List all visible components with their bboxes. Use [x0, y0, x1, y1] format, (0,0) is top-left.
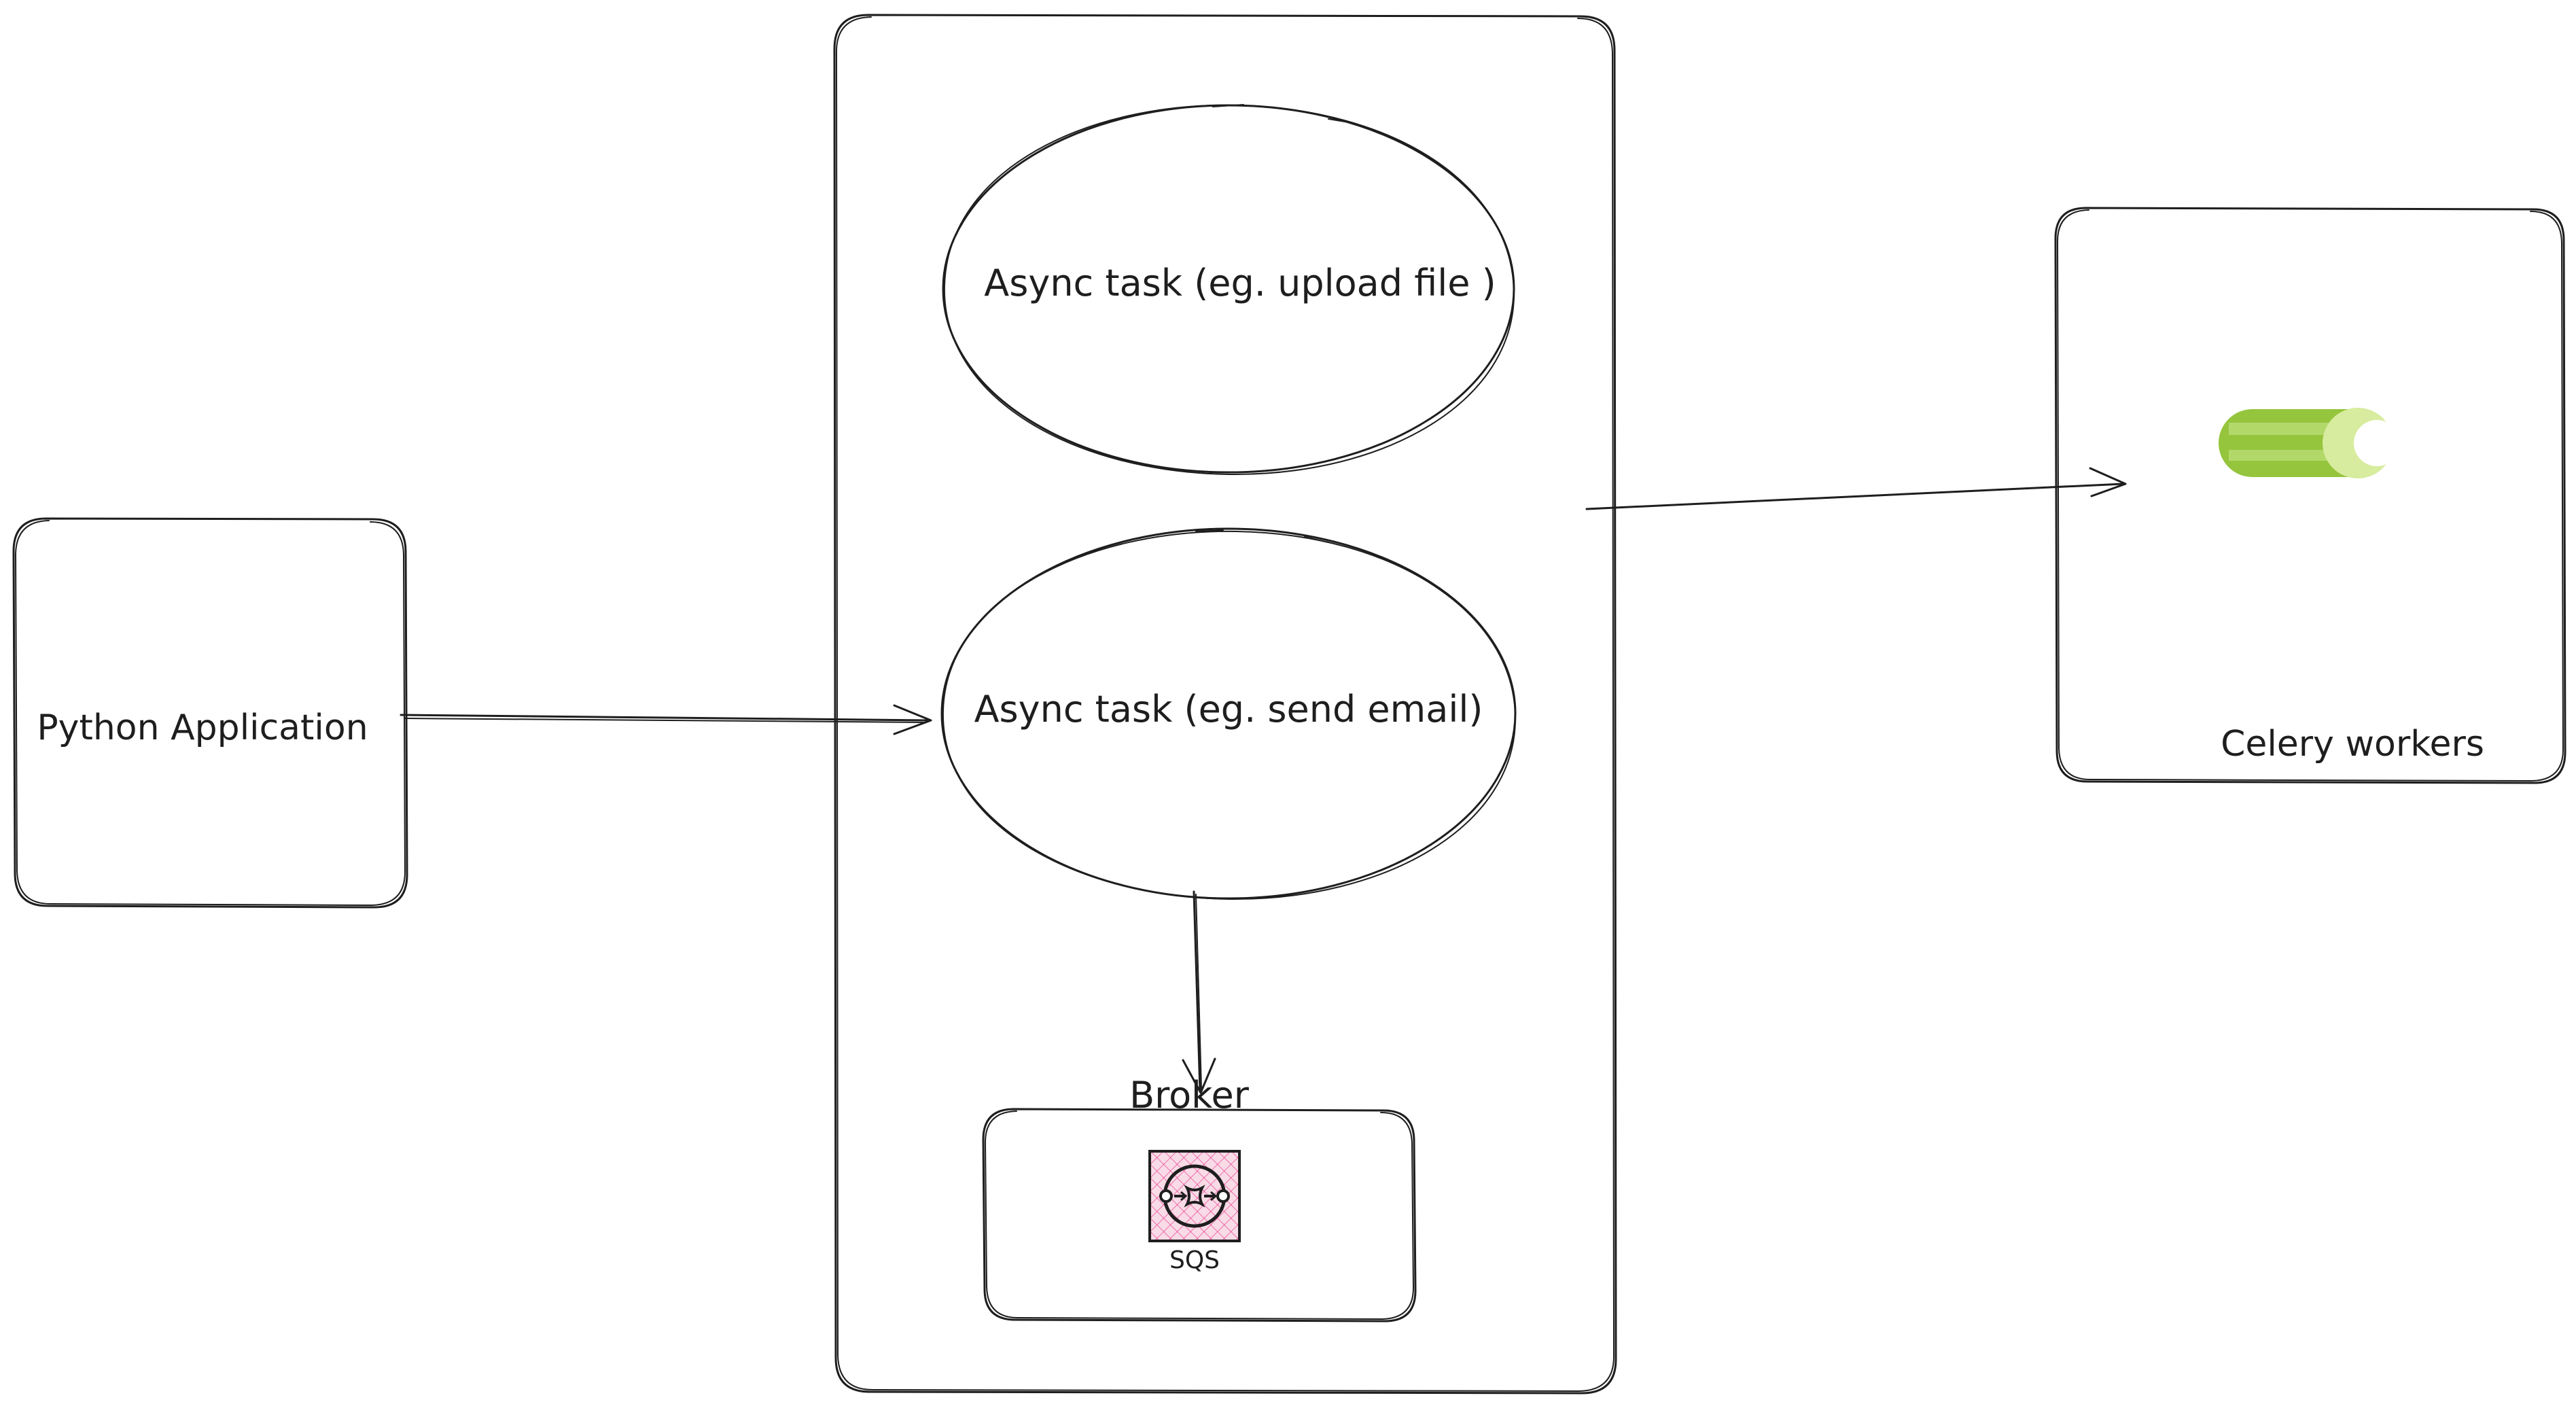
sqs-label: SQS	[1169, 1246, 1220, 1274]
python-application-node[interactable]: Python Application	[12, 517, 408, 909]
async-task-email-node[interactable]: Async task (eg. send email)	[940, 527, 1517, 900]
edge-python-to-email-task	[400, 704, 932, 735]
python-application-label: Python Application	[37, 707, 368, 748]
celery-workers-node[interactable]: Celery workers	[2054, 207, 2566, 784]
async-task-upload-node[interactable]: Async task (eg. upload file )	[942, 104, 1515, 476]
async-task-email-label: Async task (eg. send email)	[974, 688, 1483, 731]
celery-logo-icon	[2219, 408, 2400, 478]
sqs-icon	[1148, 1150, 1241, 1242]
async-task-upload-label: Async task (eg. upload file )	[984, 262, 1496, 304]
edge-email-task-to-broker	[1182, 890, 1216, 1094]
celery-workers-label: Celery workers	[2221, 724, 2484, 765]
edge-queue-to-celery	[1585, 467, 2127, 510]
broker-node[interactable]: Broker SQS	[982, 1074, 1417, 1322]
architecture-diagram: Python Application Async task (eg. uploa…	[12, 14, 2566, 1395]
